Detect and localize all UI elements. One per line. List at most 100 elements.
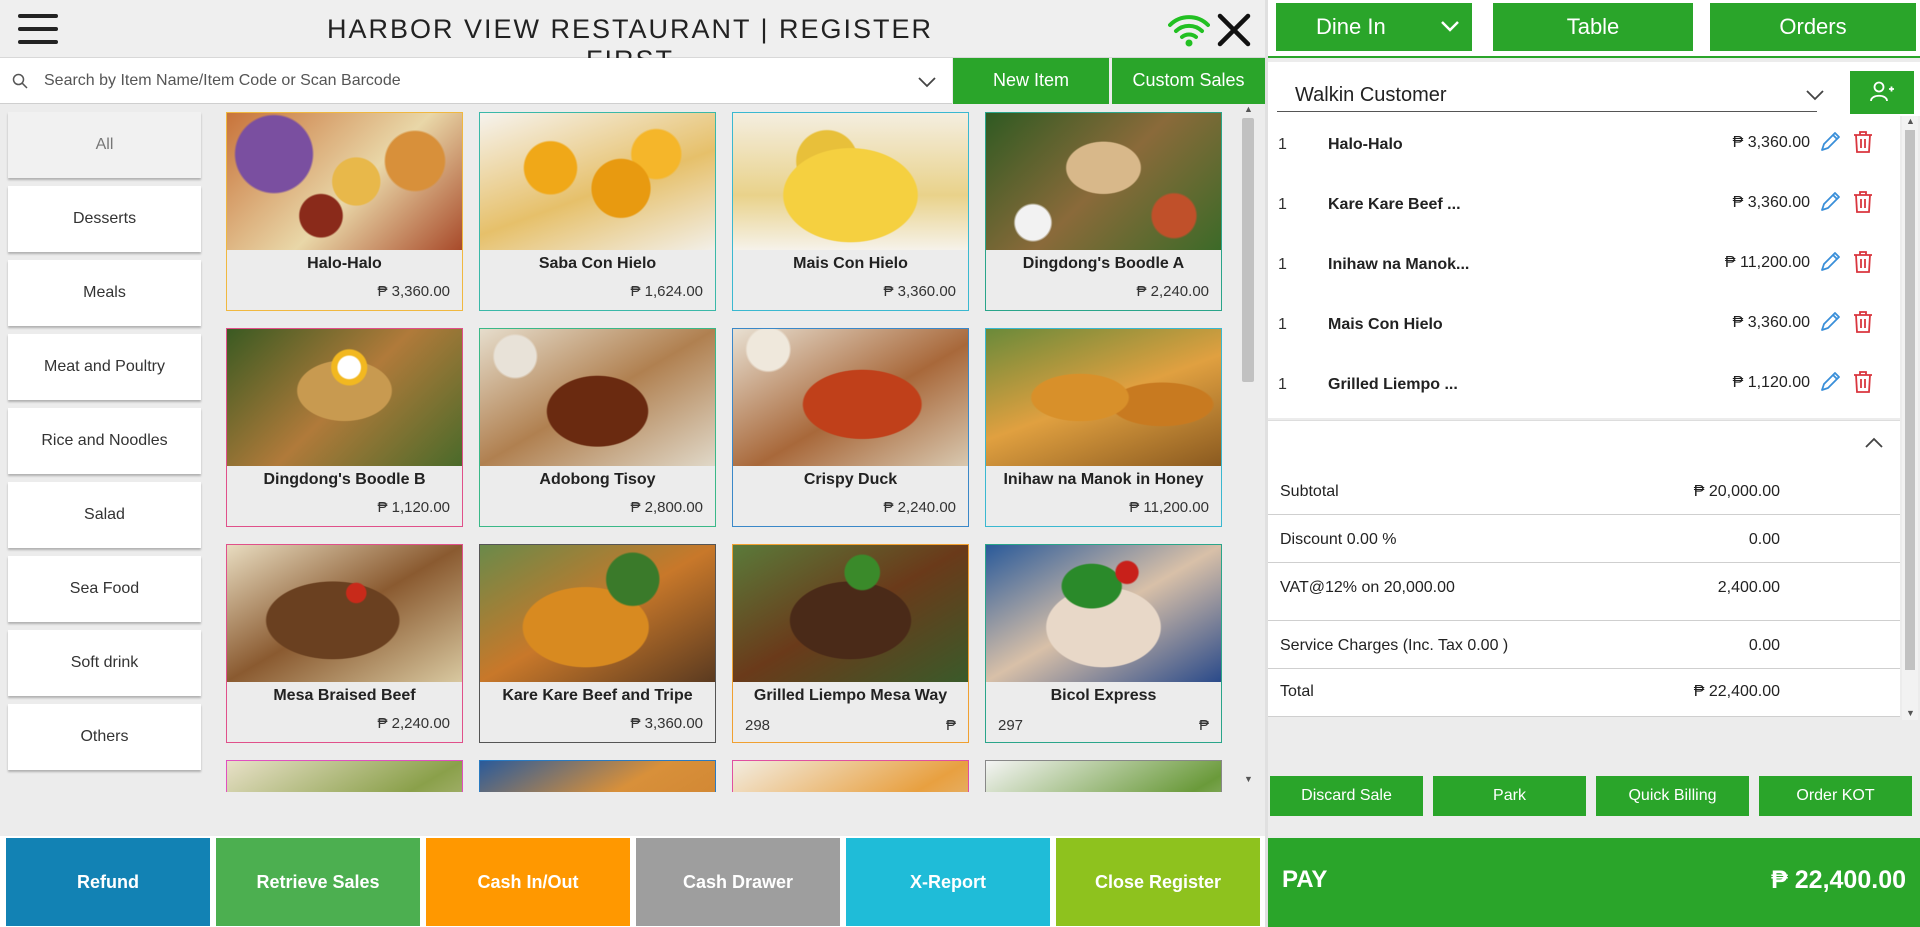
item-price: ₱ 2,240.00	[377, 715, 450, 732]
category-all[interactable]: All	[8, 112, 201, 178]
item-image	[480, 329, 715, 466]
item-grid-scrollbar[interactable]: ▲ ▼	[1240, 104, 1256, 792]
pay-button[interactable]: PAY ₱ 22,400.00	[1268, 838, 1920, 927]
item-card[interactable]: Mesa Braised Beef ₱ 2,240.00	[226, 544, 463, 743]
pay-label: PAY	[1282, 866, 1328, 893]
item-card[interactable]: Dingdong's Boodle A ₱ 2,240.00	[985, 112, 1222, 311]
add-customer-button[interactable]	[1850, 71, 1914, 114]
cash-drawer-button[interactable]: Cash Drawer	[636, 838, 840, 926]
item-card[interactable]: Halo-Halo ₱ 3,360.00	[226, 112, 463, 311]
item-card[interactable]: Kare Kare Beef and Tripe ₱ 3,360.00	[479, 544, 716, 743]
pos-register-screen: HARBOR VIEW RESTAURANT | REGISTER FIRST …	[0, 0, 1920, 927]
item-currency: ₱	[1198, 717, 1209, 734]
cart-line[interactable]: 1 Kare Kare Beef ... ₱ 3,360.00	[1268, 176, 1900, 236]
item-price: ₱ 3,360.00	[377, 283, 450, 300]
cart-line[interactable]: 1 Grilled Liempo ... ₱ 1,120.00	[1268, 356, 1900, 416]
category-rice-and-noodles[interactable]: Rice and Noodles	[8, 408, 201, 474]
table-button[interactable]: Table	[1493, 3, 1693, 51]
item-card[interactable]: Inihaw na Manok in Honey ₱ 11,200.00	[985, 328, 1222, 527]
cart-list: 1 Halo-Halo ₱ 3,360.00 1 Kare Kare Beef …	[1268, 116, 1900, 418]
refund-button[interactable]: Refund	[6, 838, 210, 926]
orders-button[interactable]: Orders	[1710, 3, 1916, 51]
item-price: ₱ 2,240.00	[1136, 283, 1209, 300]
item-card[interactable]: Bicol Express 297 ₱	[985, 544, 1222, 743]
line-price: ₱ 3,360.00	[1732, 314, 1810, 331]
item-image	[227, 761, 462, 792]
order-scrollbar[interactable]: ▲ ▼	[1902, 116, 1918, 724]
x-report-button[interactable]: X-Report	[846, 838, 1050, 926]
item-card[interactable]	[732, 760, 969, 792]
retrieve-sales-button[interactable]: Retrieve Sales	[216, 838, 420, 926]
search-input[interactable]	[44, 68, 904, 94]
trash-icon[interactable]	[1852, 190, 1874, 214]
category-list: All Desserts Meals Meat and Poultry Rice…	[8, 112, 201, 778]
cart-line[interactable]: 1 Halo-Halo ₱ 3,360.00	[1268, 116, 1900, 176]
item-card[interactable]: Grilled Liempo Mesa Way 298 ₱	[732, 544, 969, 743]
scroll-up-icon[interactable]: ▲	[1244, 104, 1253, 114]
chevron-up-icon[interactable]	[1864, 437, 1884, 449]
discard-sale-button[interactable]: Discard Sale	[1270, 776, 1423, 816]
category-others[interactable]: Others	[8, 704, 201, 770]
close-register-button[interactable]: Close Register	[1056, 838, 1260, 926]
cart-line[interactable]: 1 Inihaw na Manok... ₱ 11,200.00	[1268, 236, 1900, 296]
category-desserts[interactable]: Desserts	[8, 186, 201, 252]
subtotal-row: Subtotal ₱ 20,000.00	[1268, 467, 1900, 515]
discount-label: Discount 0.00 %	[1280, 531, 1397, 548]
quick-billing-button[interactable]: Quick Billing	[1596, 776, 1749, 816]
customer-select[interactable]: Walkin Customer	[1277, 80, 1817, 112]
item-card[interactable]	[985, 760, 1222, 792]
scroll-thumb[interactable]	[1242, 118, 1254, 382]
item-code: 298	[745, 717, 771, 734]
hamburger-icon[interactable]	[18, 14, 58, 44]
line-name: Halo-Halo	[1328, 136, 1403, 153]
category-sea-food[interactable]: Sea Food	[8, 556, 201, 622]
customer-name: Walkin Customer	[1295, 84, 1447, 106]
category-salad[interactable]: Salad	[8, 482, 201, 548]
line-name: Kare Kare Beef ...	[1328, 196, 1461, 213]
pencil-icon[interactable]	[1818, 130, 1842, 154]
item-card[interactable]: Adobong Tisoy ₱ 2,800.00	[479, 328, 716, 527]
scroll-thumb[interactable]	[1905, 130, 1915, 670]
trash-icon[interactable]	[1852, 130, 1874, 154]
trash-icon[interactable]	[1852, 310, 1874, 334]
new-item-button[interactable]: New Item	[953, 58, 1109, 104]
item-image	[986, 545, 1221, 682]
category-meat-and-poultry[interactable]: Meat and Poultry	[8, 334, 201, 400]
item-card[interactable]: Crispy Duck ₱ 2,240.00	[732, 328, 969, 527]
category-meals[interactable]: Meals	[8, 260, 201, 326]
item-card[interactable]: Saba Con Hielo ₱ 1,624.00	[479, 112, 716, 311]
cart-line[interactable]: 1 Mais Con Hielo ₱ 3,360.00	[1268, 296, 1900, 356]
pencil-icon[interactable]	[1818, 310, 1842, 334]
close-icon[interactable]	[1216, 12, 1252, 48]
park-button[interactable]: Park	[1433, 776, 1586, 816]
pencil-icon[interactable]	[1818, 250, 1842, 274]
item-image	[733, 329, 968, 466]
item-card[interactable]: Dingdong's Boodle B ₱ 1,120.00	[226, 328, 463, 527]
chevron-down-icon[interactable]	[1806, 90, 1824, 101]
discount-value: 0.00	[1748, 531, 1780, 548]
item-card[interactable]	[479, 760, 716, 792]
pencil-icon[interactable]	[1818, 190, 1842, 214]
service-charge-label: Service Charges (Inc. Tax 0.00 )	[1280, 637, 1509, 654]
pencil-icon[interactable]	[1818, 370, 1842, 394]
category-soft-drink[interactable]: Soft drink	[8, 630, 201, 696]
item-card[interactable]	[226, 760, 463, 792]
total-value: ₱ 22,400.00	[1693, 683, 1780, 700]
scroll-down-icon[interactable]: ▼	[1906, 708, 1915, 718]
scroll-up-icon[interactable]: ▲	[1906, 116, 1915, 126]
cash-in-out-button[interactable]: Cash In/Out	[426, 838, 630, 926]
trash-icon[interactable]	[1852, 370, 1874, 394]
trash-icon[interactable]	[1852, 250, 1874, 274]
line-name: Mais Con Hielo	[1328, 316, 1443, 333]
chevron-down-icon[interactable]	[918, 76, 936, 88]
item-name: Dingdong's Boodle B	[263, 471, 426, 488]
scroll-down-icon[interactable]: ▼	[1244, 774, 1253, 784]
subtotal-label: Subtotal	[1280, 483, 1339, 500]
item-image	[480, 545, 715, 682]
order-kot-button[interactable]: Order KOT	[1759, 776, 1912, 816]
item-name: Halo-Halo	[307, 255, 382, 272]
line-price: ₱ 3,360.00	[1732, 134, 1810, 151]
custom-sales-button[interactable]: Custom Sales	[1112, 58, 1265, 104]
item-card[interactable]: Mais Con Hielo ₱ 3,360.00	[732, 112, 969, 311]
item-price: ₱ 2,240.00	[883, 499, 956, 516]
